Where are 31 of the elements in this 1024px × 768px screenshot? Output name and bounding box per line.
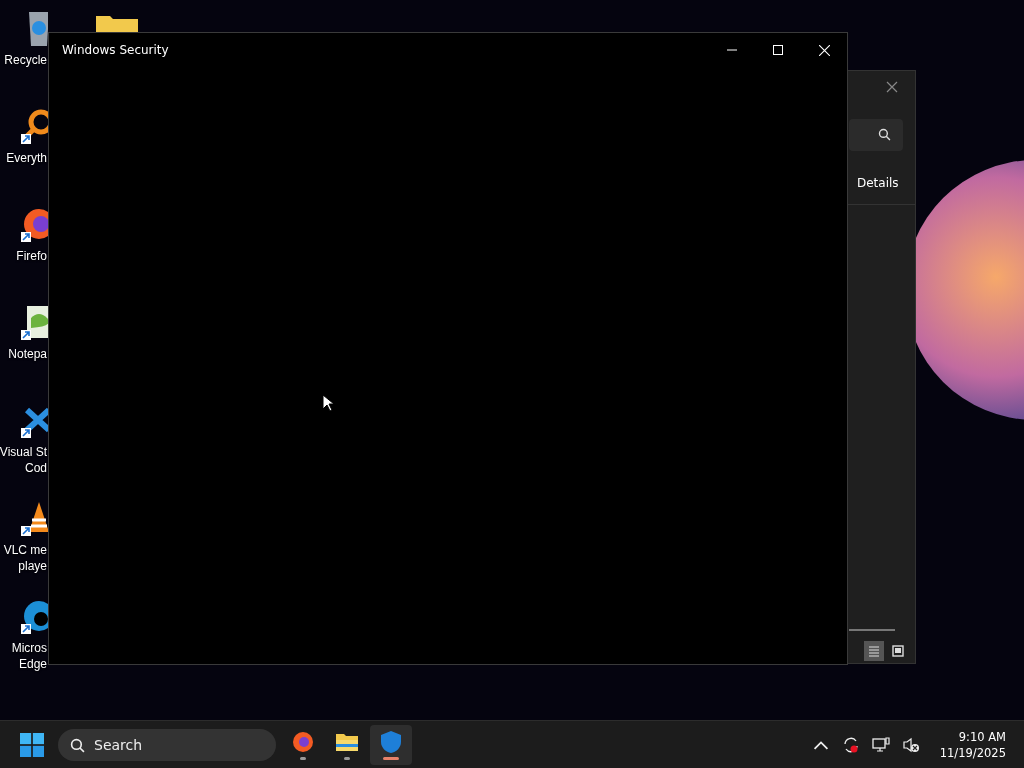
maximize-icon xyxy=(773,45,783,55)
desktop-icon-label: playe xyxy=(18,558,48,574)
search-field[interactable] xyxy=(849,119,903,151)
sync-icon[interactable] xyxy=(841,735,860,754)
desktop-icon-label: Micros xyxy=(11,640,48,656)
clock-time[interactable]: 9:10 AM xyxy=(958,728,1006,745)
taskbar-search-field[interactable]: Search xyxy=(58,728,276,761)
desktop-icon-label: Recycle xyxy=(4,52,48,68)
desktop-icon-label: VLC me xyxy=(3,542,48,558)
scrollbar[interactable] xyxy=(849,629,895,631)
desktop-icon-label: Firefo xyxy=(16,248,48,264)
start-button[interactable] xyxy=(20,732,44,757)
browser-icon xyxy=(291,729,315,754)
close-icon[interactable] xyxy=(886,81,898,93)
clock-date[interactable]: 11/19/2025 xyxy=(939,744,1006,761)
list-icon xyxy=(868,645,880,657)
thumbnail-icon xyxy=(892,645,904,657)
desktop-icon-label: Visual St xyxy=(0,444,48,460)
shield-icon xyxy=(379,729,403,754)
window-title: Windows Security xyxy=(62,43,169,57)
search-icon xyxy=(878,128,891,141)
close-icon xyxy=(818,44,830,56)
details-tab[interactable]: Details xyxy=(857,176,899,190)
desktop-icon-label: Notepa xyxy=(8,346,48,362)
desktop-icon-label: Edge xyxy=(18,656,48,672)
desktop-icon-label: Everyth xyxy=(6,150,48,166)
network-icon[interactable] xyxy=(871,735,890,754)
desktop-icon-label: Cod xyxy=(25,460,48,476)
speaker-muted-icon[interactable] xyxy=(901,735,920,754)
mouse-cursor-icon xyxy=(322,394,334,412)
shield-taskbar-button[interactable] xyxy=(370,724,412,765)
